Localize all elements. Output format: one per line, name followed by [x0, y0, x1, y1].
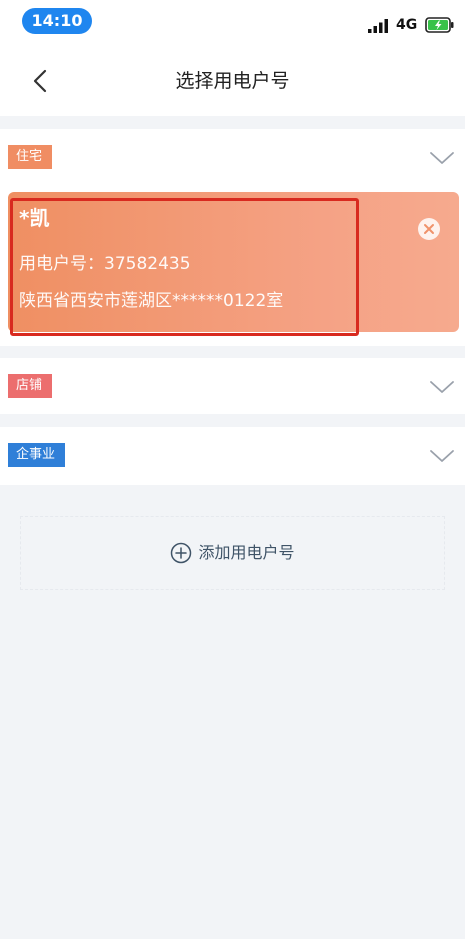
- signal-bars-icon: [368, 19, 388, 33]
- section-header-enterprise[interactable]: 企事业: [0, 427, 465, 483]
- add-account-button[interactable]: 添加用电户号: [20, 516, 445, 590]
- account-card[interactable]: *凯 用电户号：37582435 陕西省西安市莲湖区******0122室: [8, 192, 459, 332]
- section-header-shop[interactable]: 店铺: [0, 358, 465, 414]
- section-enterprise: 企事业: [0, 427, 465, 485]
- status-bar: 14:10 4G: [0, 0, 465, 44]
- account-address: 陕西省西安市莲湖区******0122室: [19, 291, 284, 311]
- tag-enterprise: 企事业: [8, 443, 76, 467]
- chevron-down-icon[interactable]: [429, 374, 455, 400]
- network-type: 4G: [396, 17, 418, 33]
- tag-shop: 店铺: [8, 374, 63, 398]
- nav-bar: 选择用电户号: [0, 44, 465, 116]
- plus-circle-icon: [171, 542, 192, 564]
- page-title: 选择用电户号: [175, 70, 290, 92]
- chevron-down-icon[interactable]: [429, 443, 455, 469]
- tag-residential: 住宅: [8, 145, 63, 169]
- battery-charging-icon: [425, 17, 454, 33]
- status-time: 14:10: [22, 8, 92, 34]
- account-number: 用电户号：37582435: [19, 254, 191, 274]
- chevron-down-icon[interactable]: [429, 145, 455, 171]
- section-header-residential[interactable]: 住宅: [0, 129, 465, 185]
- add-account-content: 添加用电户号: [21, 517, 444, 589]
- add-account-label: 添加用电户号: [198, 543, 295, 562]
- close-circle-icon[interactable]: [418, 218, 440, 240]
- account-name: *凯: [19, 206, 50, 230]
- section-shop: 店铺: [0, 358, 465, 414]
